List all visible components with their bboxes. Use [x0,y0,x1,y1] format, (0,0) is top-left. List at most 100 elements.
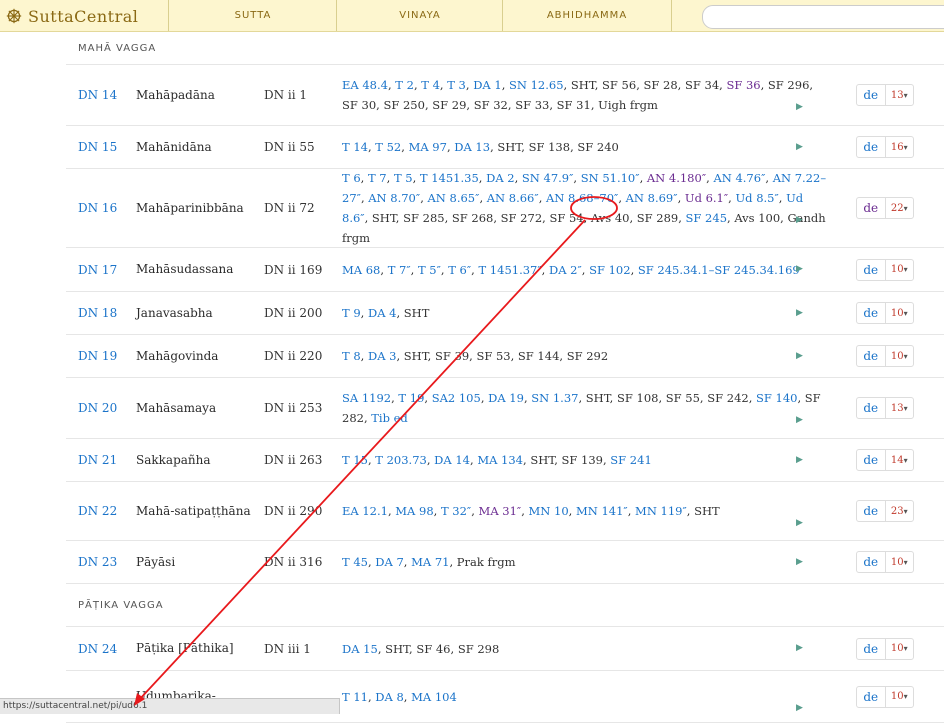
parallel-link[interactable]: MA 98 [395,504,433,518]
parallel-link[interactable]: T 6 [342,171,361,185]
site-logo[interactable]: SuttaCentral [6,5,138,27]
translation-language-link[interactable]: de [857,137,886,157]
sutta-id-link[interactable]: DN 16 [78,169,117,247]
translation-language-link[interactable]: de [857,501,886,521]
parallel-link[interactable]: T 1451.37″ [478,263,541,277]
translation-language-link[interactable]: de [857,686,886,707]
parallel-link[interactable]: MA 134 [477,453,523,467]
parallel-link[interactable]: T 7 [368,171,387,185]
parallel-link[interactable]: MA 68 [342,263,380,277]
translation-language-link[interactable]: de [857,638,886,659]
parallel-link[interactable]: EA 12.1 [342,504,388,518]
parallel-link[interactable]: DA 8 [375,690,404,704]
expand-play-icon[interactable]: ▶ [796,308,803,318]
parallel-link[interactable]: DA 19 [488,391,524,405]
parallel-link[interactable]: DA 15 [342,642,378,656]
expand-play-icon[interactable]: ▶ [796,264,803,274]
parallel-link[interactable]: MA 104 [411,690,457,704]
parallel-link[interactable]: T 52 [375,140,401,154]
expand-play-icon[interactable]: ▶ [796,215,803,225]
translation-count-dropdown[interactable]: 14 ▾ [886,450,914,470]
parallel-link[interactable]: T 203.73 [375,453,427,467]
parallel-link[interactable]: T 15 [342,453,368,467]
translation-selector[interactable]: de 16 ▾ [856,136,914,158]
parallel-link[interactable]: Ud 6.1″ [685,191,728,205]
parallel-link[interactable]: AN 8.68–70″ [546,191,618,205]
expand-play-icon[interactable]: ▶ [796,455,803,465]
parallel-link[interactable]: EA 48.4 [342,78,388,92]
expand-play-icon[interactable]: ▶ [796,142,803,152]
translation-language-link[interactable]: de [857,259,886,280]
translation-selector[interactable]: de 10 ▾ [856,345,914,367]
parallel-link[interactable]: SN 12.65 [509,78,564,92]
sutta-id-link[interactable]: DN 22 [78,482,117,540]
parallel-link[interactable]: AN 8.70″ [368,191,420,205]
parallel-link[interactable]: SF 140 [756,391,797,405]
parallel-link[interactable]: T 9 [342,306,361,320]
translation-language-link[interactable]: de [857,450,886,470]
parallel-link[interactable]: T 32″ [441,504,471,518]
parallel-link[interactable]: Tib ed [371,411,408,425]
parallel-link[interactable]: DA 14 [434,453,470,467]
parallel-link[interactable]: SN 47.9″ [522,171,574,185]
nav-sutta[interactable]: SUTTA [168,0,337,31]
translation-language-link[interactable]: de [857,85,886,105]
expand-play-icon[interactable]: ▶ [796,102,803,112]
translation-count-dropdown[interactable]: 10 ▾ [886,260,914,280]
translation-selector[interactable]: de 10 ▾ [856,302,914,324]
translation-count-dropdown[interactable]: 10 ▾ [886,346,914,366]
parallel-link[interactable]: T 3 [447,78,466,92]
expand-play-icon[interactable]: ▶ [796,703,803,713]
parallel-link[interactable]: AN 8.69″ [626,191,678,205]
expand-play-icon[interactable]: ▶ [796,351,803,361]
translation-count-dropdown[interactable]: 13 ▾ [886,85,914,105]
parallel-link[interactable]: MA 71 [411,555,449,569]
parallel-link[interactable]: DA 7 [375,555,404,569]
sutta-id-link[interactable]: DN 19 [78,335,117,377]
parallel-link[interactable]: DA 2 [486,171,515,185]
parallel-link[interactable]: T 5 [394,171,413,185]
sutta-id-link[interactable]: DN 21 [78,439,117,481]
parallel-link[interactable]: T 4 [421,78,440,92]
translation-selector[interactable]: de 10 ▾ [856,685,914,708]
parallel-link[interactable]: T 11 [342,690,368,704]
translation-selector[interactable]: de 23 ▾ [856,500,914,522]
parallel-link[interactable]: AN 4.180″ [647,171,706,185]
parallel-link[interactable]: MN 10 [529,504,569,518]
sutta-id-link[interactable]: DN 20 [78,378,117,438]
translation-count-dropdown[interactable]: 23 ▾ [886,501,914,521]
parallel-link[interactable]: MN 119″ [635,504,687,518]
parallel-link[interactable]: T 1451.35 [420,171,479,185]
sutta-id-link[interactable]: DN 24 [78,627,117,670]
search-box[interactable] [702,5,944,29]
parallel-link[interactable]: DA 1 [473,78,502,92]
translation-language-link[interactable]: de [857,198,886,218]
sutta-id-link[interactable]: DN 17 [78,248,117,291]
translation-language-link[interactable]: de [857,552,886,572]
parallel-link[interactable]: MA 97 [409,140,447,154]
nav-abhidhamma[interactable]: ABHIDHAMMA [502,0,672,31]
expand-play-icon[interactable]: ▶ [796,415,803,425]
translation-selector[interactable]: de 10 ▾ [856,551,914,573]
translation-language-link[interactable]: de [857,398,886,418]
parallel-link[interactable]: SF 245 [686,211,727,225]
parallel-link[interactable]: T 14 [342,140,368,154]
translation-count-dropdown[interactable]: 10 ▾ [886,639,914,659]
parallel-link[interactable]: T 45 [342,555,368,569]
translation-selector[interactable]: de 10 ▾ [856,258,914,281]
translation-selector[interactable]: de 10 ▾ [856,637,914,660]
sutta-id-link[interactable]: DN 18 [78,292,117,334]
translation-language-link[interactable]: de [857,346,886,366]
sutta-id-link[interactable]: DN 14 [78,65,117,125]
expand-play-icon[interactable]: ▶ [796,557,803,567]
translation-count-dropdown[interactable]: 22 ▾ [886,198,914,218]
parallel-link[interactable]: SF 245.34.1–SF 245.34.169 [638,263,800,277]
parallel-link[interactable]: MN 141″ [576,504,628,518]
parallel-link[interactable]: Ud 8.5″ [735,191,778,205]
parallel-link[interactable]: T 5″ [418,263,441,277]
translation-count-dropdown[interactable]: 10 ▾ [886,303,914,323]
translation-count-dropdown[interactable]: 16 ▾ [886,137,914,157]
translation-count-dropdown[interactable]: 13 ▾ [886,398,914,418]
parallel-link[interactable]: MA 31″ [479,504,522,518]
sutta-id-link[interactable]: DN 15 [78,126,117,168]
